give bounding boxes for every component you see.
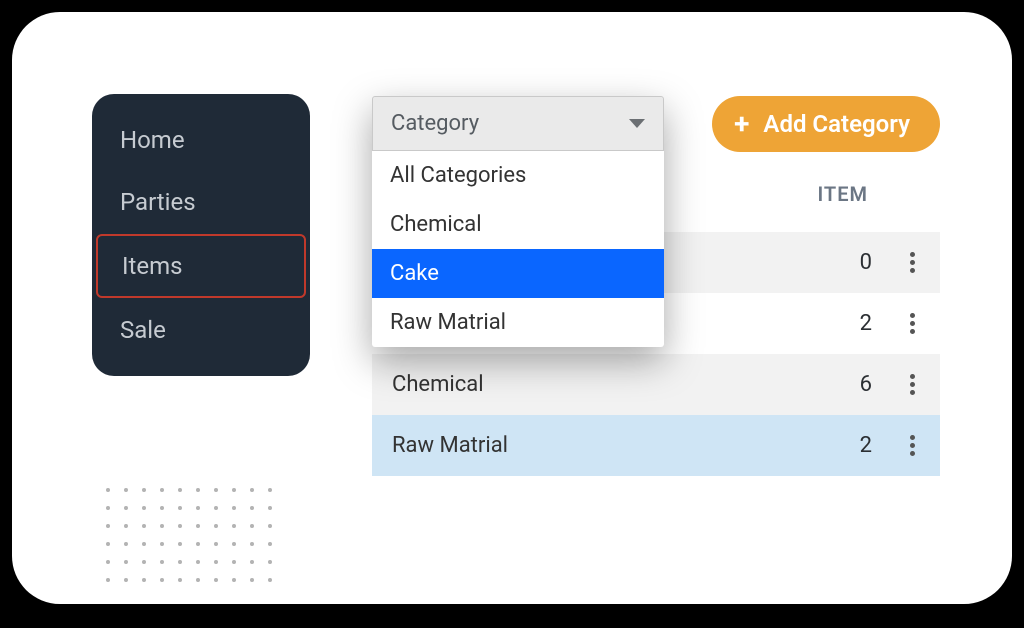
table-row-value: 2 bbox=[832, 433, 872, 458]
add-category-button[interactable]: + Add Category bbox=[712, 96, 940, 152]
table-row: Raw Matrial 2 bbox=[372, 415, 940, 476]
sidebar-item-items[interactable]: Items bbox=[96, 234, 306, 298]
app-frame: Home Parties Items Sale + Add Category I… bbox=[12, 12, 1012, 604]
kebab-menu-icon[interactable] bbox=[904, 248, 920, 277]
kebab-menu-icon[interactable] bbox=[904, 370, 920, 399]
dropdown-option-all-categories[interactable]: All Categories bbox=[372, 151, 664, 200]
table-row-value: 2 bbox=[832, 311, 872, 336]
decorative-dot-grid bbox=[106, 488, 272, 582]
sidebar-item-parties[interactable]: Parties bbox=[96, 172, 306, 232]
dropdown-option-cake[interactable]: Cake bbox=[372, 249, 664, 298]
kebab-menu-icon[interactable] bbox=[904, 309, 920, 338]
chevron-down-icon bbox=[629, 119, 645, 128]
category-dropdown-label: Category bbox=[391, 111, 479, 136]
dropdown-option-chemical[interactable]: Chemical bbox=[372, 200, 664, 249]
dropdown-option-raw-matrial[interactable]: Raw Matrial bbox=[372, 298, 664, 347]
table-row: Chemical 6 bbox=[372, 354, 940, 415]
category-dropdown-toggle[interactable]: Category bbox=[372, 96, 664, 151]
table-row-value: 0 bbox=[832, 250, 872, 275]
table-row-value: 6 bbox=[832, 372, 872, 397]
sidebar-item-home[interactable]: Home bbox=[96, 110, 306, 170]
sidebar: Home Parties Items Sale bbox=[92, 94, 310, 376]
table-row-label: Raw Matrial bbox=[392, 433, 800, 458]
add-category-label: Add Category bbox=[763, 110, 910, 138]
table-row-label: Chemical bbox=[392, 372, 800, 397]
sidebar-item-sale[interactable]: Sale bbox=[96, 300, 306, 360]
category-dropdown: Category All Categories Chemical Cake Ra… bbox=[372, 96, 664, 347]
plus-icon: + bbox=[734, 110, 749, 138]
kebab-menu-icon[interactable] bbox=[904, 431, 920, 460]
